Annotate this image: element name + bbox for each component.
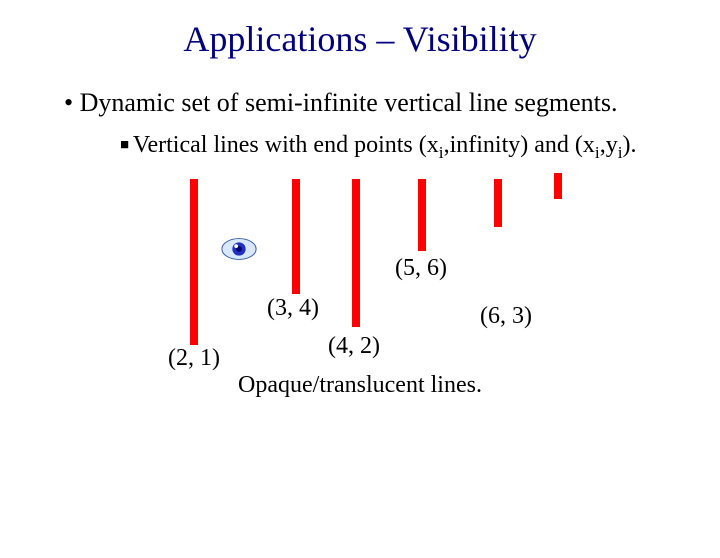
diagram-area: (2, 1) (3, 4) (4, 2) (5, 6) (6, 3) Opaqu… <box>0 173 720 403</box>
vertical-line-4 <box>418 179 426 251</box>
vertical-line-3 <box>352 179 360 327</box>
diagram-caption: Opaque/translucent lines. <box>0 372 720 399</box>
vertical-line-5 <box>494 179 502 227</box>
label-3-4: (3, 4) <box>267 295 319 322</box>
vertical-line-1 <box>190 179 198 345</box>
slide-title: Applications – Visibility <box>0 18 720 60</box>
vertical-line-6 <box>554 173 562 199</box>
bullet2-text-4: ). <box>623 132 637 158</box>
bullet2-text-1: Vertical lines with end points (x <box>133 132 439 158</box>
vertical-line-2 <box>292 179 300 294</box>
label-5-6: (5, 6) <box>395 255 447 282</box>
bullet-level2: Vertical lines with end points (xi,infin… <box>120 132 680 163</box>
label-2-1: (2, 1) <box>168 345 220 372</box>
eye-icon <box>220 235 258 263</box>
label-6-3: (6, 3) <box>480 303 532 330</box>
bullet2-text-3: ,y <box>600 132 618 158</box>
bullet-level1: Dynamic set of semi-infinite vertical li… <box>64 88 680 118</box>
label-4-2: (4, 2) <box>328 333 380 360</box>
bullet2-text-2: ,infinity) and (x <box>444 132 595 158</box>
